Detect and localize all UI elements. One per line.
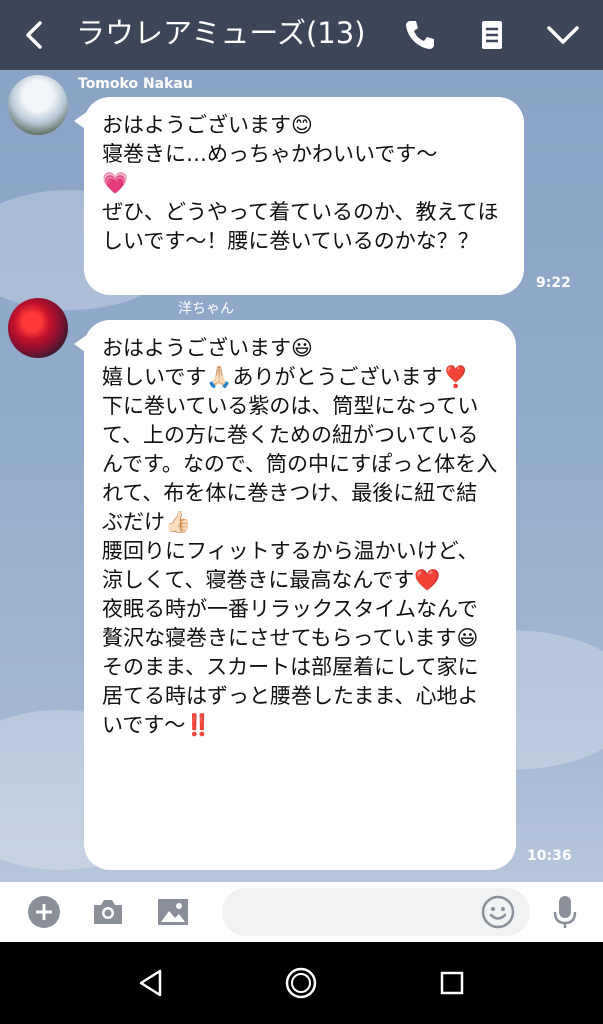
message-bubble[interactable]: おはようございます😃 嬉しいです🙏🏻ありがとうございます❣️ 下に巻いている紫の…: [74, 320, 516, 870]
nav-home-icon[interactable]: [284, 966, 318, 1000]
nav-recent-icon[interactable]: [435, 966, 469, 1000]
sender-name: 洋ちゃん: [178, 301, 234, 317]
message-time: 9:22: [536, 275, 571, 291]
plus-icon[interactable]: [26, 894, 62, 930]
chevron-down-icon[interactable]: [545, 17, 581, 53]
chat-area[interactable]: Tomoko Nakau おはようございます😊 寝巻きに…めっちゃかわいいです〜…: [0, 70, 603, 882]
image-icon[interactable]: [155, 894, 191, 930]
phone-icon[interactable]: [402, 17, 438, 53]
note-icon[interactable]: [474, 17, 510, 53]
message-input-bar: [0, 882, 603, 942]
emoji-icon[interactable]: [480, 894, 516, 930]
avatar[interactable]: [8, 75, 68, 135]
message-time: 10:36: [527, 848, 572, 864]
message-bubble[interactable]: おはようございます😊 寝巻きに…めっちゃかわいいです〜 💗 ぜひ、どうやって着て…: [74, 97, 524, 295]
sender-name: Tomoko Nakau: [78, 76, 193, 92]
chat-title: ラウレアミューズ(13): [76, 16, 366, 50]
back-icon[interactable]: [18, 18, 52, 52]
chat-header: ラウレアミューズ(13): [0, 0, 603, 70]
system-nav-bar: [0, 942, 603, 1024]
nav-back-icon[interactable]: [134, 966, 168, 1000]
mic-icon[interactable]: [547, 894, 583, 930]
message-text: おはようございます😃 嬉しいです🙏🏻ありがとうございます❣️ 下に巻いている紫の…: [102, 336, 498, 737]
message-text: おはようございます😊 寝巻きに…めっちゃかわいいです〜 💗 ぜひ、どうやって着て…: [102, 113, 499, 253]
avatar[interactable]: [8, 298, 68, 358]
camera-icon[interactable]: [90, 894, 126, 930]
